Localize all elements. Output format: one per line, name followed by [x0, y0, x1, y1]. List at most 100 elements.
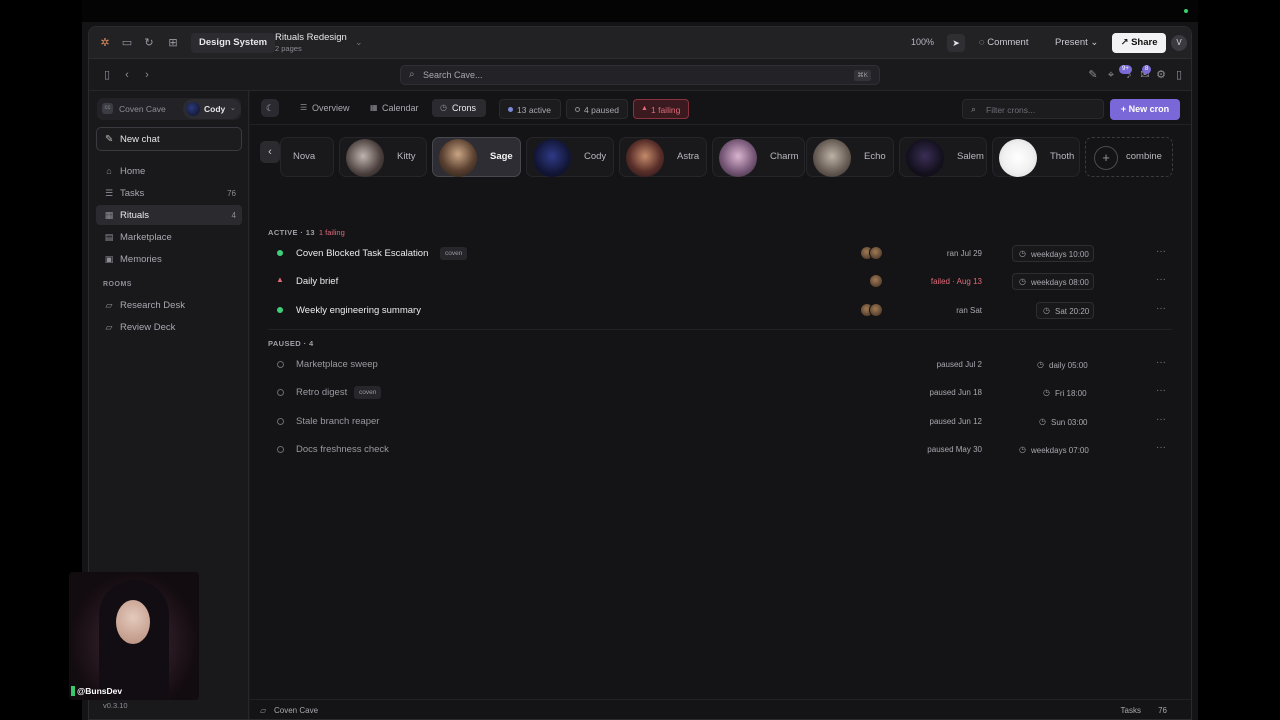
forward-icon[interactable]: ›: [141, 69, 153, 81]
clock-icon: ◷: [1019, 277, 1026, 286]
sidebar-item-marketplace[interactable]: ▤ Marketplace: [96, 227, 242, 247]
search-bar[interactable]: ⌕ Search Cave... ⌘K: [400, 65, 880, 85]
more-icon[interactable]: ···: [1156, 414, 1166, 425]
edit-icon[interactable]: ✎: [1087, 69, 1099, 81]
cron-row[interactable]: Docs freshness check paused May 30 ◷ week…: [268, 438, 1172, 462]
cron-row[interactable]: Weekly engineering summary ran Sat ◷ Sat …: [268, 299, 1172, 323]
refresh-icon[interactable]: ↻: [143, 37, 155, 49]
agent-charm[interactable]: Charm: [712, 137, 805, 177]
tasks-icon: ☰: [104, 188, 114, 198]
search-input[interactable]: Search Cave...: [423, 70, 483, 80]
sidebar-item-research-desk[interactable]: ▱ Research Desk: [96, 295, 242, 315]
cron-schedule[interactable]: ◷ daily 05:00: [1030, 356, 1094, 373]
agent-astra[interactable]: Astra: [619, 137, 707, 177]
filter-input[interactable]: Filter crons...: [986, 105, 1035, 115]
paused-filter-chip[interactable]: 4 paused: [566, 99, 628, 119]
agent-echo[interactable]: Echo: [806, 137, 894, 177]
zoom-level[interactable]: 100%: [911, 37, 934, 47]
cron-row[interactable]: ▲ Daily brief failed · Aug 13 ◷ weekdays …: [268, 270, 1172, 294]
cron-schedule[interactable]: ◷ Sun 03:00: [1032, 413, 1094, 430]
cron-title: Stale branch reaper: [296, 416, 380, 427]
components-icon[interactable]: ⊞: [167, 37, 179, 49]
home-icon: ⌂: [106, 166, 112, 176]
user-switcher[interactable]: Cody ⌄: [183, 99, 241, 119]
agent-cody[interactable]: Cody: [526, 137, 614, 177]
sidebar-item-rituals[interactable]: ▦ Rituals 4: [96, 205, 242, 225]
tab-overview[interactable]: ☰ Overview: [292, 99, 358, 117]
more-icon[interactable]: ···: [1156, 303, 1166, 314]
new-chat-button[interactable]: ✎ New chat: [96, 127, 242, 151]
cron-schedule[interactable]: ◷ weekdays 07:00: [1012, 441, 1094, 458]
new-cron-button[interactable]: + New cron: [1110, 99, 1180, 120]
active-filter-chip[interactable]: 13 active: [499, 99, 561, 119]
chevron-down-icon[interactable]: ⌄: [355, 37, 363, 48]
agent-avatar: [813, 139, 851, 177]
failing-filter-chip[interactable]: ▲ 1 failing: [633, 99, 689, 119]
sidebar-item-count: 4: [231, 211, 236, 220]
cron-schedule[interactable]: ◷ weekdays 10:00: [1012, 245, 1094, 262]
cron-row[interactable]: Coven Blocked Task Escalation coven ran …: [268, 242, 1172, 266]
cron-title: Retro digest: [296, 387, 348, 398]
agent-nova[interactable]: Nova: [280, 137, 334, 177]
status-tasks-label[interactable]: Tasks: [1121, 706, 1141, 715]
moon-icon[interactable]: ☾: [261, 99, 279, 117]
cron-schedule[interactable]: ◷ weekdays 08:00: [1012, 273, 1094, 290]
layout-icon[interactable]: ▭: [121, 37, 133, 49]
sidebar-item-label: Memories: [120, 254, 162, 265]
chevron-down-icon: ⌄: [230, 105, 236, 112]
chevron-left-icon[interactable]: ‹: [260, 141, 280, 163]
more-icon[interactable]: ···: [1156, 385, 1166, 396]
figma-logo-icon[interactable]: ✲: [99, 37, 111, 49]
user-avatar[interactable]: V: [1171, 35, 1187, 51]
search-icon: ⌕: [971, 104, 977, 114]
cursor-tool-icon[interactable]: ➤: [947, 34, 965, 52]
sidebar-item-memories[interactable]: ▣ Memories: [96, 249, 242, 269]
workspace-switcher[interactable]: cc Coven Cave Cody ⌄: [97, 98, 241, 120]
cron-last-run: ran Jul 29: [946, 249, 982, 258]
sidebar-item-tasks[interactable]: ☰ Tasks 76: [96, 183, 242, 203]
share-button[interactable]: ↗ Share: [1112, 33, 1166, 53]
more-icon[interactable]: ···: [1156, 274, 1166, 285]
cron-title: Marketplace sweep: [296, 359, 378, 370]
sidebar-toggle-icon[interactable]: ▯: [101, 69, 113, 81]
figma-toolbar: ✲ ▭ ↻ ⊞ Design System Rituals Redesign 2…: [89, 27, 1191, 59]
search-icon: ⌕: [409, 69, 415, 80]
pin-icon[interactable]: ⌖: [1105, 69, 1117, 81]
combine-agents-button[interactable]: + combine: [1085, 137, 1173, 177]
more-icon[interactable]: ···: [1156, 442, 1166, 453]
present-button[interactable]: Present ⌄: [1055, 37, 1098, 48]
agent-avatar: [626, 139, 664, 177]
tab-label: Crons: [452, 103, 477, 113]
project-title[interactable]: Rituals Redesign 2 pages: [275, 32, 347, 53]
agent-thoth[interactable]: Thoth: [992, 137, 1080, 177]
panel-toggle-icon[interactable]: ▯: [1173, 69, 1185, 81]
sidebar-item-review-deck[interactable]: ▱ Review Deck: [96, 317, 242, 337]
agent-kitty[interactable]: Kitty: [339, 137, 427, 177]
filter-crons[interactable]: ⌕ Filter crons...: [962, 99, 1104, 119]
app-toolbar: ▯ ‹ › ⌕ Search Cave... ⌘K ✎ ⌖ ♪ 9+ ✉ 8 ⚙…: [89, 59, 1191, 91]
assignee-avatars: [860, 303, 883, 319]
file-name[interactable]: Design System: [191, 33, 276, 53]
status-dot: [277, 361, 284, 368]
folder-icon: ▱: [105, 300, 113, 310]
agent-salem[interactable]: Salem: [899, 137, 987, 177]
more-icon[interactable]: ···: [1156, 357, 1166, 368]
plus-icon: +: [1094, 146, 1118, 170]
sidebar-item-home[interactable]: ⌂ Home: [96, 161, 242, 181]
settings-icon[interactable]: ⚙: [1155, 69, 1167, 81]
comment-button[interactable]: ◌ Comment: [979, 37, 1028, 48]
tab-calendar[interactable]: ▦ Calendar: [362, 99, 428, 117]
cron-schedule[interactable]: ◷ Sat 20:20: [1036, 302, 1094, 319]
paused-section-header: PAUSED · 4: [268, 339, 314, 348]
agent-sage[interactable]: Sage: [432, 137, 521, 177]
tab-crons[interactable]: ◷ Crons: [432, 99, 486, 117]
status-workspace[interactable]: Coven Cave: [274, 706, 318, 715]
cron-schedule[interactable]: ◷ Fri 18:00: [1036, 384, 1094, 401]
cron-row[interactable]: Retro digest coven paused Jun 18 ◷ Fri 18…: [268, 381, 1172, 405]
active-failing-count: 1 failing: [318, 228, 345, 237]
cron-last-run: paused May 30: [927, 445, 982, 454]
cron-row[interactable]: Stale branch reaper paused Jun 12 ◷ Sun 0…: [268, 410, 1172, 434]
cron-row[interactable]: Marketplace sweep paused Jul 2 ◷ daily 05…: [268, 353, 1172, 377]
back-icon[interactable]: ‹: [121, 69, 133, 81]
more-icon[interactable]: ···: [1156, 246, 1166, 257]
